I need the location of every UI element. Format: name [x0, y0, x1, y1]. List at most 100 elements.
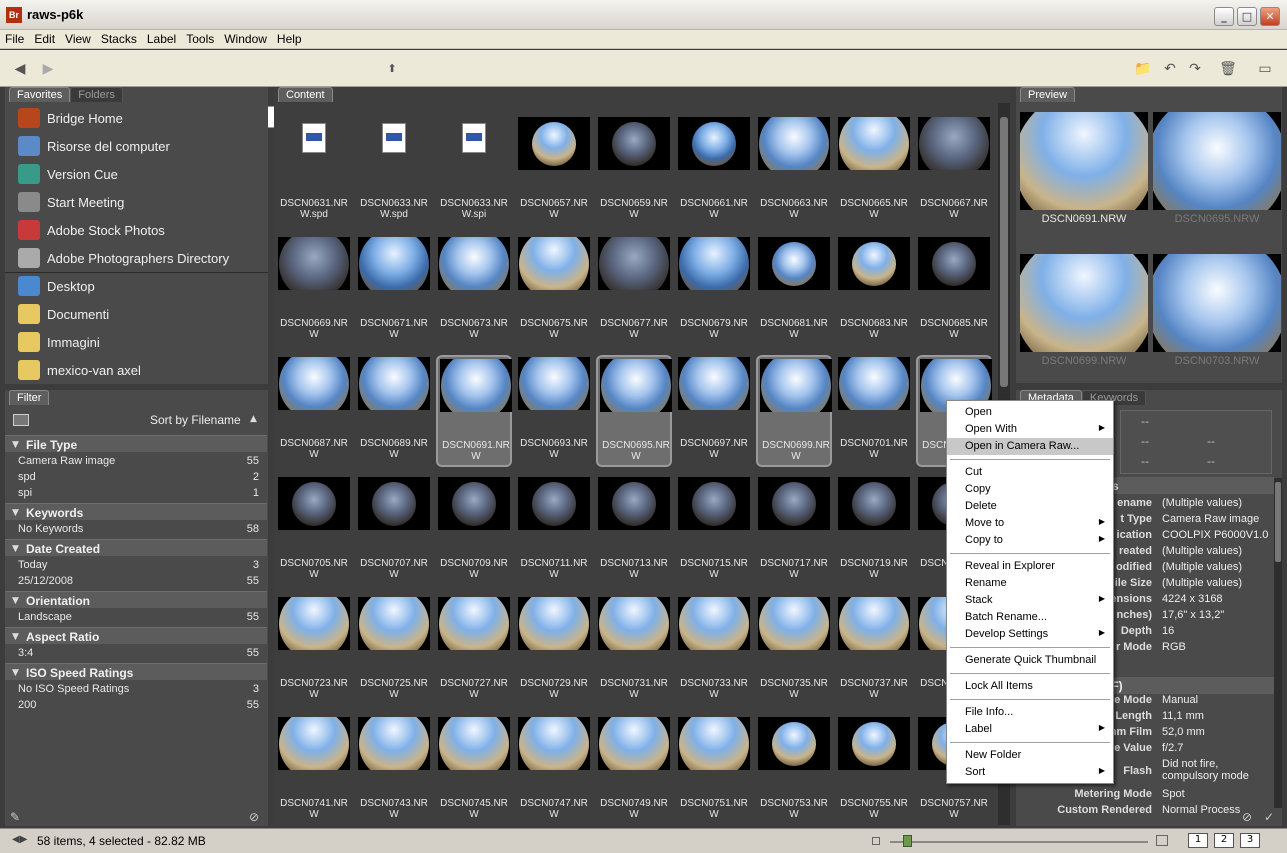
filter-group-header[interactable]: ▼ ISO Speed Ratings	[5, 663, 267, 680]
sidebar-item-documenti[interactable]: Documenti	[18, 301, 268, 327]
menu-file[interactable]: File	[0, 30, 29, 46]
thumbnail-cell[interactable]: DSCN0709.NRW	[436, 475, 512, 587]
thumbnail-cell[interactable]: DSCN0701.NRW	[836, 355, 912, 467]
sidebar-item-start-meeting[interactable]: Start Meeting	[18, 189, 268, 215]
tab-folders[interactable]: Folders	[70, 87, 123, 102]
thumbnail-cell[interactable]: DSCN0687.NRW	[276, 355, 352, 467]
thumbnail-cell[interactable]: DSCN0657.NRW	[516, 115, 592, 227]
thumbnail-cell[interactable]: DSCN0727.NRW	[436, 595, 512, 707]
thumbnail-cell[interactable]: DSCN0751.NRW	[676, 715, 752, 827]
trash-icon[interactable]: 🗑	[1218, 60, 1238, 78]
preview-image[interactable]	[1020, 254, 1148, 352]
menu-item-rename[interactable]: Rename	[947, 575, 1113, 592]
clear-filter-icon[interactable]: ⊘	[249, 810, 259, 824]
thumbnail-cell[interactable]: DSCN0737.NRW	[836, 595, 912, 707]
tab-favorites[interactable]: Favorites	[9, 87, 71, 102]
thumbnail-cell[interactable]: DSCN0691.NRW	[436, 355, 512, 467]
maximize-button[interactable]: □	[1237, 7, 1257, 26]
sidebar-item-adobe-stock-photos[interactable]: Adobe Stock Photos	[18, 217, 268, 243]
tab-preview[interactable]: Preview	[1020, 87, 1076, 102]
new-folder-icon[interactable]: 📁	[1133, 60, 1153, 78]
thumbnail-cell[interactable]: DSCN0719.NRW	[836, 475, 912, 587]
thumbnail-cell[interactable]: DSCN0753.NRW	[756, 715, 832, 827]
menu-item-file-info[interactable]: File Info...	[947, 704, 1113, 721]
filter-group-header[interactable]: ▼ Aspect Ratio	[5, 627, 267, 644]
view-preset-2-button[interactable]: 2	[1214, 833, 1234, 848]
menu-help[interactable]: Help	[272, 30, 307, 46]
preview-image[interactable]	[1153, 254, 1281, 352]
sort-ascending-icon[interactable]: ▲	[250, 414, 257, 424]
thumbnail-cell[interactable]: DSCN0735.NRW	[756, 595, 832, 707]
thumbnail-cell[interactable]: DSCN0677.NRW	[596, 235, 672, 347]
thumbnail-cell[interactable]: DSCN0675.NRW	[516, 235, 592, 347]
thumbnail-cell[interactable]: DSCN0663.NRW	[756, 115, 832, 227]
compact-mode-icon[interactable]: ▭	[1255, 60, 1275, 78]
thumbnail-cell[interactable]: DSCN0699.NRW	[756, 355, 832, 467]
menu-item-label[interactable]: Label ▶	[947, 721, 1113, 738]
close-button[interactable]: ✕	[1260, 7, 1280, 26]
forward-arrow-icon[interactable]: ▶	[38, 60, 58, 78]
filter-options-icon[interactable]	[13, 414, 29, 426]
filter-row[interactable]: 25/12/2008 55	[5, 573, 267, 590]
thumbnail-cell[interactable]: DSCN0711.NRW	[516, 475, 592, 587]
preview-image[interactable]	[1153, 112, 1281, 210]
thumbnail-cell[interactable]: DSCN0705.NRW	[276, 475, 352, 587]
menu-item-cut[interactable]: Cut	[947, 464, 1113, 481]
thumbnail-cell[interactable]: DSCN0669.NRW	[276, 235, 352, 347]
thumbnail-cell[interactable]: DSCN0689.NRW	[356, 355, 432, 467]
toggle-panels-icon[interactable]: ◀▶	[12, 834, 27, 845]
sidebar-item-bridge-home[interactable]: Bridge Home	[18, 105, 268, 131]
thumbnail-cell[interactable]: DSCN0633.NRW.spi	[436, 115, 512, 227]
thumbnail-cell[interactable]: DSCN0745.NRW	[436, 715, 512, 827]
sidebar-item-immagini[interactable]: Immagini	[18, 329, 268, 355]
menu-item-sort[interactable]: Sort ▶	[947, 764, 1113, 781]
thumbnail-cell[interactable]: DSCN0723.NRW	[276, 595, 352, 707]
thumbnail-cell[interactable]: DSCN0671.NRW	[356, 235, 432, 347]
filter-row[interactable]: No Keywords 58	[5, 521, 267, 538]
menu-item-develop-settings[interactable]: Develop Settings ▶	[947, 626, 1113, 643]
thumbnail-cell[interactable]: DSCN0695.NRW	[596, 355, 672, 467]
thumbnail-cell[interactable]: DSCN0725.NRW	[356, 595, 432, 707]
view-preset-1-button[interactable]: 1	[1188, 833, 1208, 848]
filter-row[interactable]: 3:4 55	[5, 645, 267, 662]
sidebar-item-version-cue[interactable]: Version Cue	[18, 161, 268, 187]
sort-dropdown[interactable]: Sort by Filename	[150, 413, 241, 427]
preview-image[interactable]	[1020, 112, 1148, 210]
menu-item-batch-rename[interactable]: Batch Rename...	[947, 609, 1113, 626]
menu-item-copy[interactable]: Copy	[947, 481, 1113, 498]
menu-item-open-in-camera-raw[interactable]: Open in Camera Raw...	[947, 438, 1113, 455]
thumbnail-cell[interactable]: DSCN0681.NRW	[756, 235, 832, 347]
menu-tools[interactable]: Tools	[181, 30, 219, 46]
menu-item-copy-to[interactable]: Copy to ▶	[947, 532, 1113, 549]
thumbnail-cell[interactable]: DSCN0707.NRW	[356, 475, 432, 587]
thumbnail-cell[interactable]: DSCN0747.NRW	[516, 715, 592, 827]
menu-item-delete[interactable]: Delete	[947, 498, 1113, 515]
thumbnail-size-slider[interactable]	[890, 841, 1148, 843]
thumbnail-cell[interactable]: DSCN0715.NRW	[676, 475, 752, 587]
menu-window[interactable]: Window	[219, 30, 272, 46]
filter-row[interactable]: spd 2	[5, 469, 267, 486]
large-thumbnail-icon[interactable]	[1156, 835, 1168, 846]
back-arrow-icon[interactable]: ◀	[10, 60, 30, 78]
thumbnail-cell[interactable]: DSCN0755.NRW	[836, 715, 912, 827]
menu-item-new-folder[interactable]: New Folder	[947, 747, 1113, 764]
menu-item-reveal-in-explorer[interactable]: Reveal in Explorer	[947, 558, 1113, 575]
view-preset-3-button[interactable]: 3	[1240, 833, 1260, 848]
rotate-right-icon[interactable]: ↷	[1185, 60, 1205, 78]
thumbnail-cell[interactable]: DSCN0685.NRW	[916, 235, 992, 347]
pin-icon[interactable]: ✎	[10, 810, 20, 824]
filter-group-header[interactable]: ▼ Date Created	[5, 539, 267, 556]
thumbnail-cell[interactable]: DSCN0693.NRW	[516, 355, 592, 467]
thumbnail-cell[interactable]: DSCN0743.NRW	[356, 715, 432, 827]
thumbnail-cell[interactable]: DSCN0679.NRW	[676, 235, 752, 347]
go-up-folder-icon[interactable]: ⬆	[382, 60, 402, 78]
menu-stacks[interactable]: Stacks	[96, 30, 142, 46]
filter-row[interactable]: Today 3	[5, 557, 267, 574]
menu-item-open[interactable]: Open	[947, 404, 1113, 421]
rotate-left-icon[interactable]: ↶	[1160, 60, 1180, 78]
thumbnail-cell[interactable]: DSCN0733.NRW	[676, 595, 752, 707]
slider-handle[interactable]	[903, 835, 912, 847]
thumbnail-cell[interactable]: DSCN0665.NRW	[836, 115, 912, 227]
small-thumbnail-icon[interactable]	[872, 837, 880, 845]
menu-item-stack[interactable]: Stack ▶	[947, 592, 1113, 609]
